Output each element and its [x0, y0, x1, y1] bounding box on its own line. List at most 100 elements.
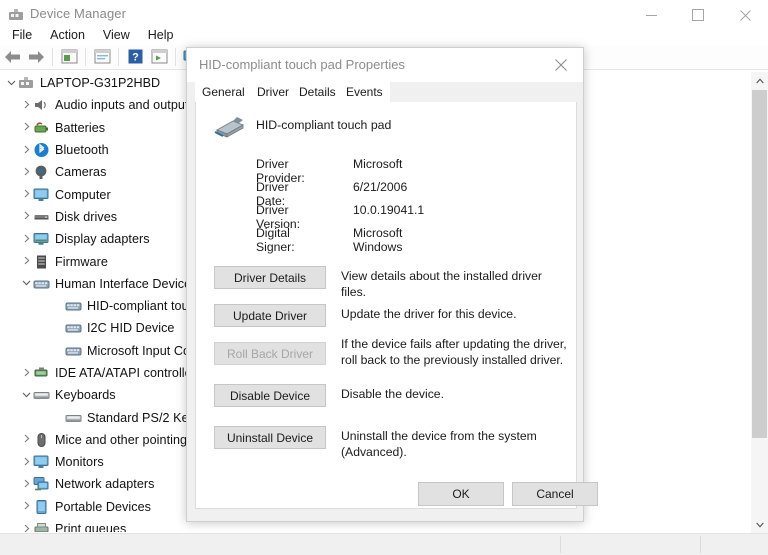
dialog-title: HID-compliant touch pad Properties — [199, 57, 405, 72]
dialog-footer: OK Cancel — [187, 509, 583, 521]
keyboard-icon — [33, 387, 50, 403]
roll-back-driver-description: If the device fails after updating the d… — [341, 337, 569, 368]
chevron-right-icon[interactable] — [20, 167, 33, 178]
battery-icon — [33, 120, 50, 136]
tree-item-label: Bluetooth — [55, 143, 109, 157]
vertical-scrollbar[interactable] — [751, 72, 768, 533]
chevron-right-icon[interactable] — [20, 234, 33, 245]
uninstall-device-description: Uninstall the device from the system (Ad… — [341, 429, 569, 460]
monitor-icon — [33, 454, 50, 470]
tree-item-label: Cameras — [55, 165, 106, 179]
driver-details-button[interactable]: Driver Details — [214, 266, 326, 289]
driver-date-value: 6/21/2006 — [353, 180, 407, 194]
tree-item-label: Print queues — [55, 522, 126, 532]
chevron-down-icon[interactable] — [20, 390, 33, 401]
back-icon[interactable] — [0, 46, 24, 67]
tree-item-label: Disk drives — [55, 210, 117, 224]
network-adapter-icon — [33, 476, 50, 492]
printer-icon — [33, 521, 50, 532]
driver-version-value: 10.0.19041.1 — [353, 203, 424, 217]
dialog-close-icon[interactable] — [539, 48, 583, 82]
scroll-down-arrow[interactable] — [751, 516, 768, 533]
driver-properties-dialog: HID-compliant touch pad Properties Gener… — [186, 47, 584, 522]
ok-button[interactable]: OK — [418, 482, 504, 506]
tree-item-label: Keyboards — [55, 388, 116, 402]
tree-item-label: Firmware — [55, 255, 108, 269]
computer-root-icon — [18, 75, 35, 91]
update-driver-icon[interactable] — [90, 46, 114, 67]
update-driver-button[interactable]: Update Driver — [214, 304, 326, 327]
keyboard-icon — [65, 410, 82, 426]
disable-device-description: Disable the device. — [341, 387, 569, 403]
tab-driver[interactable]: Driver — [250, 82, 296, 102]
chevron-right-icon[interactable] — [20, 434, 33, 445]
device-manager-icon — [8, 7, 24, 23]
chevron-right-icon[interactable] — [20, 368, 33, 379]
hid-icon — [65, 298, 82, 314]
device-manager-window: Device Manager File Action View Help — [0, 0, 768, 554]
digital-signer-label: Digital Signer: — [256, 226, 295, 254]
roll-back-driver-button[interactable]: Roll Back Driver — [214, 342, 326, 365]
camera-icon — [33, 164, 50, 180]
svg-text:?: ? — [132, 52, 139, 64]
hid-icon — [65, 343, 82, 359]
chevron-right-icon[interactable] — [20, 524, 33, 532]
cancel-button[interactable]: Cancel — [512, 482, 598, 506]
tree-item-label: Human Interface Devices — [55, 277, 198, 291]
chevron-down-icon[interactable] — [20, 278, 33, 289]
tree-item-label: Portable Devices — [55, 500, 151, 514]
status-bar — [0, 533, 768, 555]
portable-device-icon — [33, 499, 50, 515]
tree-item-label: Network adapters — [55, 477, 155, 491]
tree-item-label: IDE ATA/ATAPI controllers — [55, 366, 202, 380]
chevron-right-icon[interactable] — [20, 479, 33, 490]
tree-item-label: Batteries — [55, 121, 105, 135]
tree-item-label: Monitors — [55, 455, 104, 469]
window-title: Device Manager — [30, 6, 126, 21]
device-name: HID-compliant touch pad — [256, 118, 391, 132]
disable-device-button[interactable]: Disable Device — [214, 384, 326, 407]
hid-icon — [65, 320, 82, 336]
chevron-right-icon[interactable] — [20, 189, 33, 200]
properties-icon[interactable] — [57, 46, 81, 67]
chevron-right-icon[interactable] — [20, 256, 33, 267]
update-driver-description: Update the driver for this device. — [341, 307, 569, 323]
menu-view[interactable]: View — [94, 26, 139, 44]
scroll-up-arrow[interactable] — [751, 72, 768, 89]
forward-icon[interactable] — [24, 46, 48, 67]
tree-item-label: I2C HID Device — [87, 321, 174, 335]
tab-details[interactable]: Details — [292, 82, 343, 102]
driver-tab-panel: HID-compliant touch pad Driver Provider:… — [195, 102, 577, 509]
driver-details-description: View details about the installed driver … — [341, 269, 569, 300]
bluetooth-icon — [33, 142, 50, 158]
tab-general[interactable]: General — [195, 82, 252, 102]
touchpad-icon — [213, 114, 247, 140]
tree-item-label: Display adapters — [55, 232, 150, 246]
menu-file[interactable]: File — [3, 26, 41, 44]
help-icon[interactable]: ? — [123, 46, 147, 67]
firmware-icon — [33, 254, 50, 270]
display-adapter-icon — [33, 231, 50, 247]
tree-item-label: Computer — [55, 188, 111, 202]
menu-action[interactable]: Action — [41, 26, 94, 44]
scrollbar-thumb[interactable] — [752, 90, 767, 438]
hid-icon — [33, 276, 50, 292]
chevron-right-icon[interactable] — [20, 122, 33, 133]
scan-hardware-icon[interactable] — [147, 46, 171, 67]
tab-events[interactable]: Events — [339, 82, 390, 102]
mouse-icon — [33, 432, 50, 448]
tree-item-label: LAPTOP-G31P2HBD — [40, 76, 160, 90]
digital-signer-value: Microsoft Windows — [353, 226, 402, 254]
chevron-down-icon[interactable] — [5, 78, 18, 89]
speaker-icon — [33, 97, 50, 113]
disk-drive-icon — [33, 209, 50, 225]
uninstall-device-button[interactable]: Uninstall Device — [214, 426, 326, 449]
menu-help[interactable]: Help — [139, 26, 183, 44]
chevron-right-icon[interactable] — [20, 501, 33, 512]
chevron-right-icon[interactable] — [20, 457, 33, 468]
menu-bar: File Action View Help — [0, 25, 768, 45]
chevron-right-icon[interactable] — [20, 211, 33, 222]
chevron-right-icon[interactable] — [20, 100, 33, 111]
monitor-icon — [33, 187, 50, 203]
chevron-right-icon[interactable] — [20, 145, 33, 156]
